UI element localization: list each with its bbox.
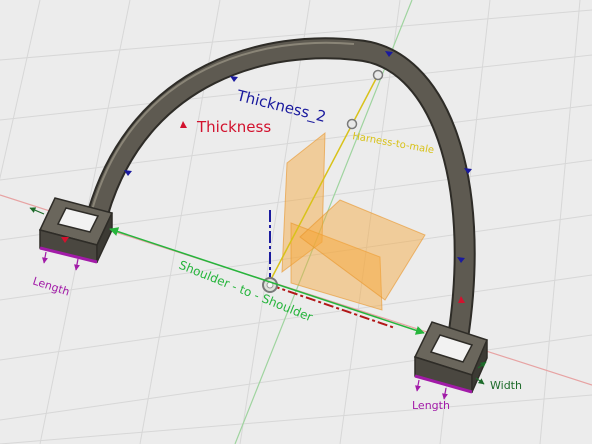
harness-point[interactable] — [346, 118, 358, 130]
thickness-label[interactable]: Thickness — [196, 118, 271, 136]
right-foot-block[interactable] — [413, 321, 489, 394]
left-length-arrow-1 — [42, 251, 48, 264]
cad-viewport[interactable]: Thickness_2 Thickness Harness-to-male Sh… — [0, 0, 592, 444]
right-length-arrow-1 — [415, 379, 421, 392]
harness-to-male-label[interactable]: Harness-to-male — [351, 131, 434, 156]
length-right-label[interactable]: Length — [412, 399, 450, 412]
top-point[interactable] — [372, 69, 384, 81]
harness-frame[interactable] — [87, 37, 476, 340]
construction-planes[interactable] — [281, 131, 426, 311]
model-canvas[interactable]: Thickness_2 Thickness Harness-to-male Sh… — [0, 0, 592, 444]
width-label[interactable]: Width — [490, 379, 522, 392]
